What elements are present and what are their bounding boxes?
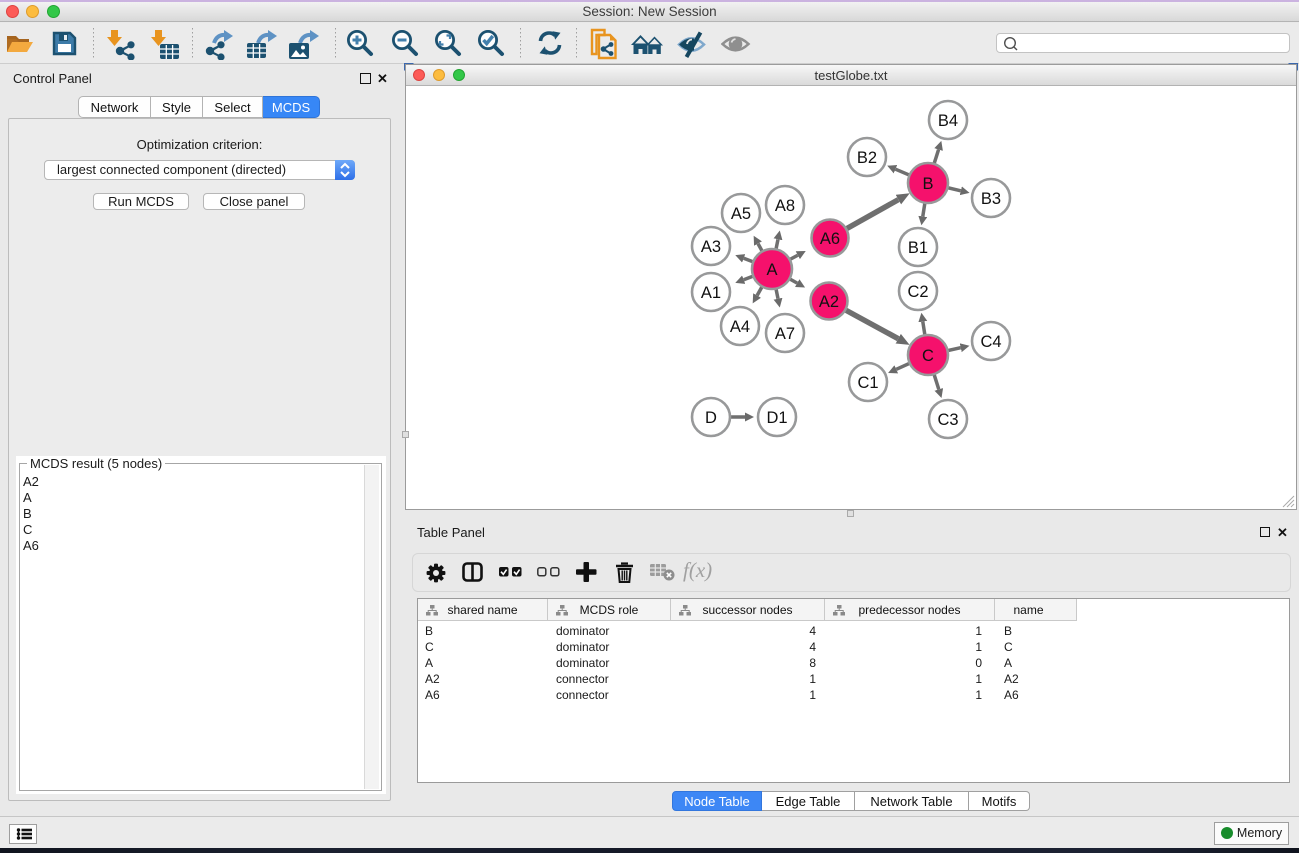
svg-text:B1: B1 <box>908 239 928 257</box>
svg-text:C4: C4 <box>980 333 1001 351</box>
svg-text:C3: C3 <box>937 411 958 429</box>
svg-text:A2: A2 <box>819 293 839 311</box>
svg-text:B4: B4 <box>938 112 958 130</box>
svg-text:A7: A7 <box>775 325 795 343</box>
svg-text:A3: A3 <box>701 238 721 256</box>
svg-text:C: C <box>922 347 934 365</box>
svg-text:A8: A8 <box>775 197 795 215</box>
svg-text:D1: D1 <box>766 409 787 427</box>
svg-text:D: D <box>705 409 717 427</box>
svg-text:B: B <box>922 175 933 193</box>
svg-text:A1: A1 <box>701 284 721 302</box>
svg-text:B3: B3 <box>981 190 1001 208</box>
svg-text:B2: B2 <box>857 149 877 167</box>
svg-text:C2: C2 <box>907 283 928 301</box>
svg-text:A5: A5 <box>731 205 751 223</box>
svg-text:A6: A6 <box>820 230 840 248</box>
svg-text:A4: A4 <box>730 318 750 336</box>
svg-text:C1: C1 <box>857 374 878 392</box>
svg-text:A: A <box>766 261 777 279</box>
